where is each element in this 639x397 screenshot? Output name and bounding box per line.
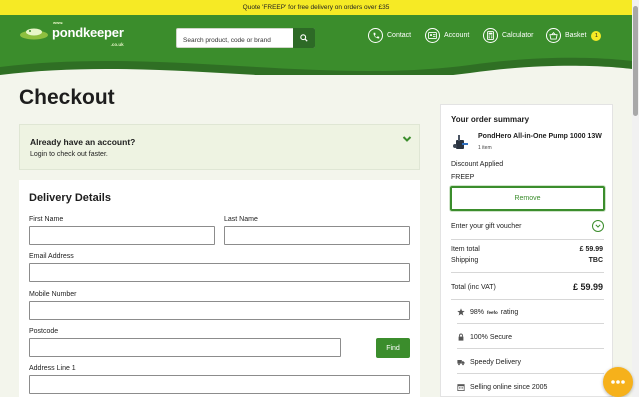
truck-icon bbox=[457, 360, 465, 366]
delivery-heading: Delivery Details bbox=[29, 192, 111, 204]
last-name-field[interactable] bbox=[224, 226, 410, 245]
shipping-value: TBC bbox=[588, 257, 603, 264]
account-card-icon bbox=[425, 28, 440, 43]
calendar-icon bbox=[457, 384, 465, 391]
nav-calculator-label: Calculator bbox=[502, 32, 534, 39]
rating-word: rating bbox=[500, 308, 519, 316]
chat-dots-icon bbox=[611, 380, 625, 384]
summary-divider bbox=[451, 272, 604, 273]
postcode-label: Postcode bbox=[29, 328, 59, 335]
page-scrollbar[interactable] bbox=[632, 0, 639, 397]
nav-basket-label: Basket bbox=[565, 32, 587, 39]
account-prompt-heading: Already have an account? bbox=[30, 137, 136, 147]
summary-divider bbox=[451, 239, 604, 240]
feature-divider bbox=[457, 348, 604, 349]
summary-divider bbox=[451, 299, 604, 300]
chat-button[interactable] bbox=[603, 367, 633, 397]
logo-tld: .co.uk bbox=[110, 42, 124, 47]
email-label: Email Address bbox=[29, 253, 74, 260]
scrollbar-thumb[interactable] bbox=[633, 6, 638, 116]
nav-basket[interactable]: Basket 1 bbox=[546, 28, 602, 43]
site-logo[interactable]: www. pondkeeper .co.uk bbox=[19, 20, 124, 47]
nav-calculator[interactable]: Calculator bbox=[483, 28, 534, 43]
voucher-toggle[interactable] bbox=[592, 220, 604, 232]
star-icon bbox=[457, 308, 465, 316]
search-input[interactable] bbox=[177, 31, 292, 50]
header-wave bbox=[0, 57, 632, 75]
account-prompt-subtext: Login to check out faster. bbox=[30, 151, 108, 158]
chevron-down-icon[interactable] bbox=[402, 135, 412, 143]
delivery-row: Speedy Delivery bbox=[457, 358, 521, 366]
account-login-prompt[interactable]: Already have an account? Login to check … bbox=[19, 124, 420, 170]
discount-label: Discount Applied bbox=[451, 161, 504, 168]
basket-count-badge: 1 bbox=[591, 30, 602, 41]
koi-logo-icon bbox=[20, 28, 48, 40]
search-icon bbox=[300, 34, 308, 42]
discount-code: FREEP bbox=[451, 174, 475, 181]
last-name-label: Last Name bbox=[224, 216, 258, 223]
remove-discount-button[interactable]: Remove bbox=[450, 186, 605, 211]
secure-text: 100% Secure bbox=[470, 333, 513, 341]
since-text: Selling online since 2005 bbox=[470, 383, 548, 391]
calculator-icon bbox=[483, 28, 498, 43]
nav-contact[interactable]: Contact bbox=[368, 28, 411, 43]
pump-product-image bbox=[453, 135, 468, 149]
find-address-button[interactable]: Find bbox=[376, 338, 410, 358]
rating-percent: 98% bbox=[470, 308, 485, 316]
logo-www: www. bbox=[53, 20, 64, 25]
feefo-logo: feefo bbox=[487, 309, 498, 315]
shipping-label: Shipping bbox=[451, 257, 479, 264]
total-label: Total (inc VAT) bbox=[451, 284, 496, 291]
item-total-label: Item total bbox=[451, 246, 480, 253]
search-bar bbox=[176, 28, 315, 50]
delivery-details-form: Delivery Details First Name Last Name Em… bbox=[19, 180, 420, 397]
lock-icon bbox=[458, 333, 464, 341]
total-value: £ 59.99 bbox=[572, 282, 603, 292]
site-header: www. pondkeeper .co.uk Contact Account C… bbox=[0, 15, 632, 75]
page-title: Checkout bbox=[19, 86, 115, 109]
gift-voucher-label[interactable]: Enter your gift voucher bbox=[451, 223, 521, 230]
feature-divider bbox=[457, 373, 604, 374]
first-name-field[interactable] bbox=[29, 226, 215, 245]
product-name: PondHero All-in-One Pump 1000 13W bbox=[478, 133, 602, 140]
mobile-label: Mobile Number bbox=[29, 291, 77, 298]
address-line-1-label: Address Line 1 bbox=[29, 365, 76, 372]
postcode-field[interactable] bbox=[29, 338, 341, 357]
feature-divider bbox=[457, 323, 604, 324]
mobile-field[interactable] bbox=[29, 301, 410, 320]
search-button[interactable] bbox=[293, 28, 315, 48]
logo-name: pondkeeper bbox=[52, 25, 124, 40]
chevron-down-icon bbox=[595, 224, 601, 228]
address-line-1-field[interactable] bbox=[29, 375, 410, 394]
product-quantity: 1 item bbox=[478, 145, 492, 151]
since-row: Selling online since 2005 bbox=[457, 383, 547, 391]
secure-row: 100% Secure bbox=[457, 333, 512, 341]
summary-title: Your order summary bbox=[451, 115, 530, 124]
basket-icon bbox=[546, 28, 561, 43]
nav-contact-label: Contact bbox=[387, 32, 412, 39]
rating-row: 98% feefo rating bbox=[457, 308, 518, 316]
phone-icon bbox=[368, 28, 383, 43]
delivery-text: Speedy Delivery bbox=[470, 358, 521, 366]
order-summary: Your order summary PondHero All-in-One P… bbox=[440, 104, 613, 397]
email-field[interactable] bbox=[29, 263, 410, 282]
nav-account[interactable]: Account bbox=[425, 28, 469, 43]
first-name-label: First Name bbox=[29, 216, 64, 223]
nav-account-label: Account bbox=[444, 32, 470, 39]
item-total-value: £ 59.99 bbox=[579, 246, 603, 253]
promo-banner: Quote 'FREEP' for free delivery on order… bbox=[0, 0, 632, 15]
